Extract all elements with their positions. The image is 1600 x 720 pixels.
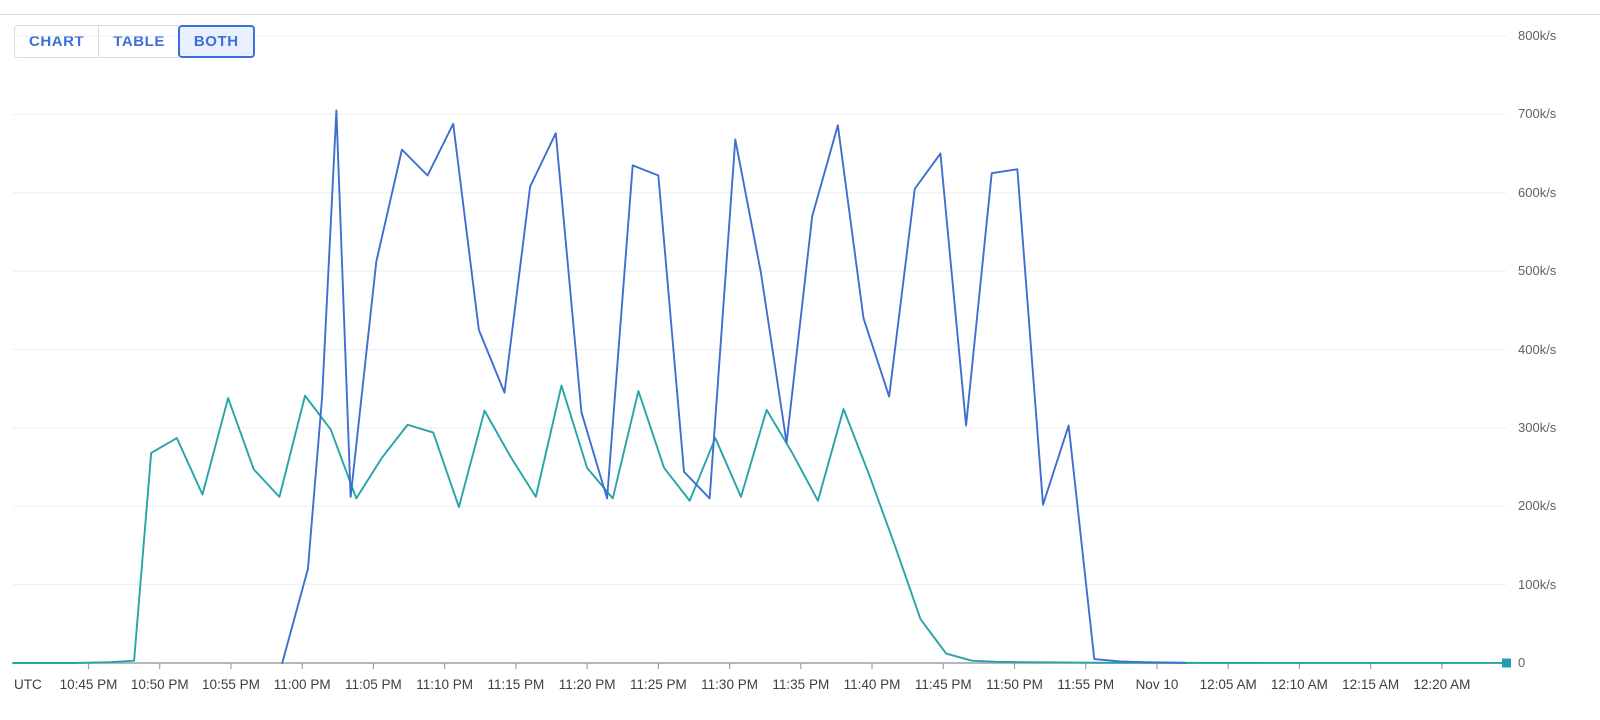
y-axis-tick-label: 800k/s [1518,28,1557,43]
y-axis-tick-label: 700k/s [1518,106,1557,122]
y-axis-tick-label: 300k/s [1518,419,1557,435]
y-axis-tick-label: 0 [1518,655,1526,670]
y-axis-tick-label: 400k/s [1518,341,1557,357]
chart-line-series-blue [281,109,1187,664]
chart-line-series-teal [12,384,1507,664]
y-axis-tick-label: 600k/s [1518,184,1557,200]
chart-container: 0 100k/s 200k/s 300k/s 400k/s 500k/s 600k/s 700… [0,0,1600,720]
view-mode-both-button[interactable]: BOTH [177,25,255,58]
line-chart [12,35,1511,669]
y-axis-tick-label: 100k/s [1518,576,1557,592]
series-endpoint-marker [1502,658,1511,668]
y-axis-tick-label: 200k/s [1518,498,1557,514]
y-axis-tick-label: 500k/s [1518,263,1557,279]
x-axis-tick-label: 12:20 AM [1413,677,1471,692]
timezone-label: UTC [14,677,42,692]
